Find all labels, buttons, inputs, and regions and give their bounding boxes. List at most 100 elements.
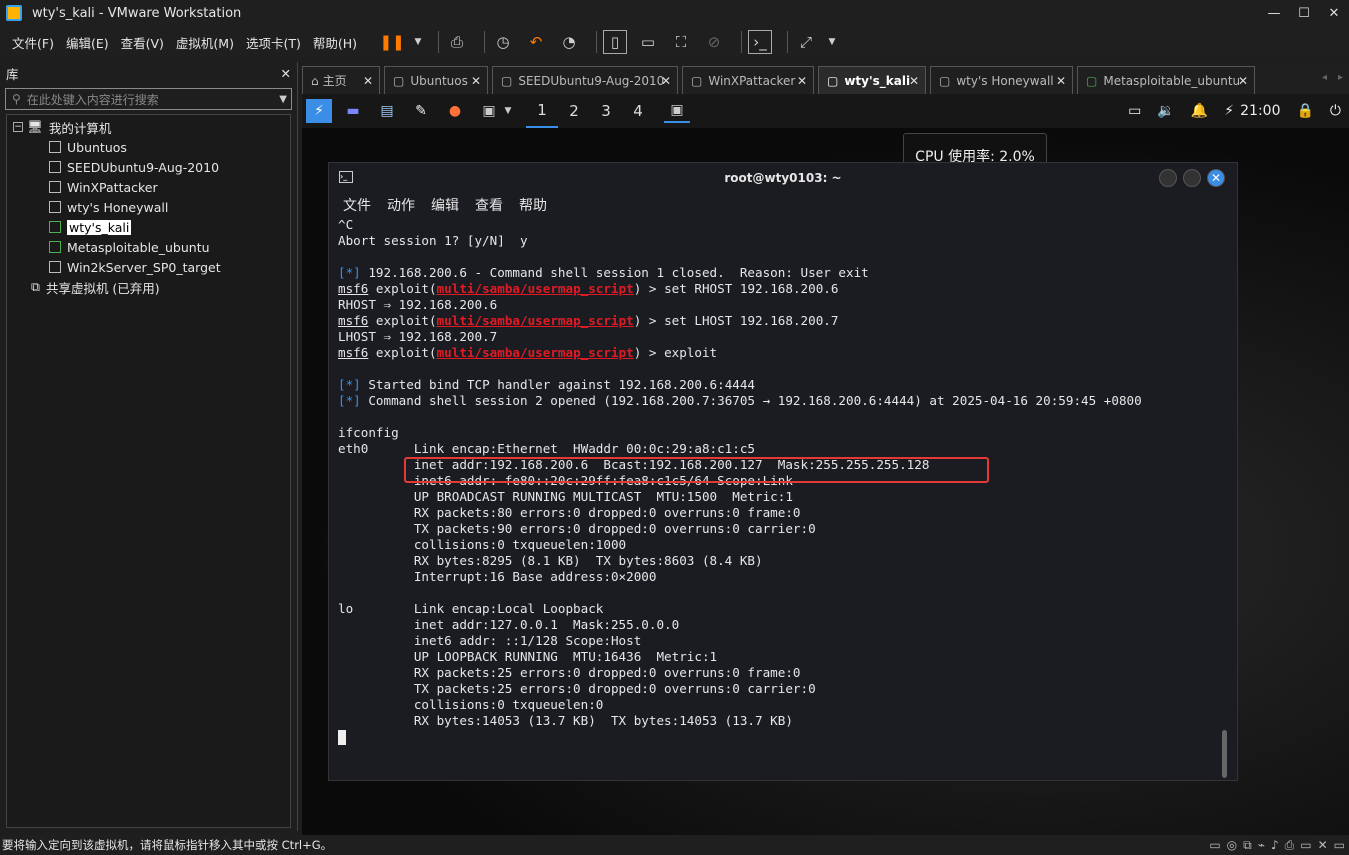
vm-icon [49, 201, 61, 213]
menu-help[interactable]: 帮助(H) [313, 33, 357, 52]
terminal-menu-help[interactable]: 帮助 [519, 195, 547, 215]
close-tab-icon[interactable]: ✕ [471, 74, 481, 88]
vm-item[interactable]: Win2kServer_SP0_target [7, 257, 290, 277]
vm-item-selected[interactable]: wty's_kali [7, 217, 290, 237]
kali-top-panel: ⚡ ▬ ▤ ✎ ● ▣ ▼ 1 2 3 4 ▣ ▭ 🔉 🔔 ⚡ 21:00 🔒 … [302, 94, 1349, 128]
hdd-icon[interactable]: ▭ [1209, 838, 1220, 852]
terminal-line: msf6 exploit(multi/samba/usermap_script)… [338, 345, 1237, 361]
pause-icon[interactable]: ❚❚ [379, 30, 404, 54]
printer-icon[interactable]: ⎙ [1285, 838, 1295, 853]
terminal-window-button-icon[interactable]: ▣ [664, 99, 690, 123]
kali-menu-icon[interactable]: ⚡ [306, 99, 332, 123]
terminal-menu-view[interactable]: 查看 [475, 195, 503, 215]
search-dropdown-icon[interactable]: ▼ [279, 94, 287, 105]
terminal-line: RX bytes:8295 (8.1 KB) TX bytes:8603 (8.… [338, 553, 1237, 569]
power-manager-icon[interactable]: ⚡ [1224, 103, 1234, 119]
terminal-maximize-button[interactable] [1183, 169, 1201, 187]
menu-file[interactable]: 文件(F) [12, 33, 54, 52]
tab-vm-active[interactable]: ▢ wty's_kali ✕ [818, 66, 926, 94]
tab-home[interactable]: ⌂ 主页 ✕ [302, 66, 380, 94]
terminal-minimize-button[interactable] [1159, 169, 1177, 187]
file-manager-icon[interactable]: ▤ [374, 99, 400, 123]
workspace-1[interactable]: 1 [526, 94, 558, 128]
vm-display-icon[interactable]: ▭ [1334, 838, 1345, 852]
close-tab-icon[interactable]: ✕ [1238, 74, 1248, 88]
logout-icon[interactable]: ⏻ [1330, 103, 1341, 119]
close-window-button[interactable]: ✕ [1319, 0, 1349, 26]
library-close-button[interactable]: ✕ [281, 66, 291, 81]
network-adapter-icon[interactable]: ⧉ [1243, 838, 1252, 853]
close-tab-icon[interactable]: ✕ [661, 74, 671, 88]
show-desktop-icon[interactable]: ▬ [340, 99, 366, 123]
collapse-icon[interactable]: − [13, 122, 23, 132]
library-panel: 库 ✕ ⚲ 在此处键入内容进行搜索 ▼ − 🖥 我的计算机 Ubuntuos S… [0, 62, 298, 831]
usb-icon[interactable]: ⌁ [1258, 838, 1265, 852]
vm-item[interactable]: Metasploitable_ubuntu [7, 237, 290, 257]
terminal-menu-action[interactable]: 动作 [387, 195, 415, 215]
vm-icon [49, 161, 61, 173]
workspace-3[interactable]: 3 [590, 94, 622, 128]
cdrom-icon[interactable]: ◎ [1227, 838, 1237, 852]
close-tab-icon[interactable]: ✕ [1056, 74, 1066, 88]
show-library-icon[interactable]: ▯ [603, 30, 627, 54]
unity-icon[interactable]: ⊘ [702, 30, 726, 54]
terminal-launcher-icon[interactable]: ▣ [476, 99, 502, 123]
minimize-button[interactable]: — [1259, 0, 1289, 26]
console-view-icon[interactable]: ›_ [748, 30, 772, 54]
thumbnail-icon[interactable]: ▭ [636, 30, 660, 54]
network-icon[interactable]: ▭ [1128, 103, 1141, 119]
maximize-button[interactable]: ☐ [1289, 0, 1319, 26]
terminal-menu-file[interactable]: 文件 [343, 195, 371, 215]
tab-vm[interactable]: ▢ wty's Honeywall ✕ [930, 66, 1073, 94]
status-bar: 要将输入定向到该虚拟机，请将鼠标指针移入其中或按 Ctrl+G。 ▭ ◎ ⧉ ⌁… [0, 835, 1349, 855]
menu-view[interactable]: 查看(V) [121, 33, 164, 52]
terminal-scrollbar[interactable] [1222, 730, 1227, 778]
dropdown-icon[interactable]: ▼ [413, 30, 423, 54]
panel-clock[interactable]: 21:00 [1240, 103, 1280, 119]
display-icon[interactable]: ▭ [1300, 838, 1311, 852]
stretch-dropdown-icon[interactable]: ▼ [827, 30, 837, 54]
tab-vm[interactable]: ▢ Ubuntuos ✕ [384, 66, 488, 94]
menu-tabs[interactable]: 选项卡(T) [246, 33, 301, 52]
tab-scroll-right-icon[interactable]: ▸ [1338, 72, 1343, 83]
close-tab-icon[interactable]: ✕ [909, 74, 919, 88]
vm-tab-icon: ▢ [691, 73, 703, 88]
launcher-dropdown-icon[interactable]: ▼ [502, 99, 514, 123]
snapshot-icon[interactable]: ◷ [491, 30, 515, 54]
firefox-icon[interactable]: ● [442, 99, 468, 123]
tab-vm[interactable]: ▢ Metasploitable_ubuntu ✕ [1077, 66, 1255, 94]
volume-icon[interactable]: 🔉 [1157, 103, 1174, 119]
terminal-close-button[interactable]: ✕ [1207, 169, 1225, 187]
shared-vms-item[interactable]: ⧉ 共享虚拟机 (已弃用) [7, 277, 290, 297]
line-text: UP LOOPBACK RUNNING MTU:16436 Metric:1 [338, 649, 718, 664]
sound-icon[interactable]: ♪ [1271, 838, 1279, 852]
menu-edit[interactable]: 编辑(E) [66, 33, 109, 52]
send-ctrl-alt-del-icon[interactable]: ⎙ [445, 30, 469, 54]
vm-item[interactable]: SEEDUbuntu9-Aug-2010 [7, 157, 290, 177]
tab-vm[interactable]: ▢ SEEDUbuntu9-Aug-2010 ✕ [492, 66, 678, 94]
message-icon[interactable]: ✕ [1318, 838, 1328, 852]
vm-item[interactable]: WinXPattacker [7, 177, 290, 197]
tab-vm[interactable]: ▢ WinXPattacker ✕ [682, 66, 814, 94]
close-tab-icon[interactable]: ✕ [797, 74, 807, 88]
close-tab-icon[interactable]: ✕ [363, 74, 373, 88]
fullscreen-icon[interactable]: ⛶ [669, 30, 693, 54]
vm-item[interactable]: wty's Honeywall [7, 197, 290, 217]
tab-scroll-left-icon[interactable]: ◂ [1322, 72, 1327, 83]
notification-bell-icon[interactable]: 🔔 [1191, 103, 1208, 119]
vm-item[interactable]: Ubuntuos [7, 137, 290, 157]
text-editor-icon[interactable]: ✎ [408, 99, 434, 123]
lock-icon[interactable]: 🔒 [1296, 103, 1313, 119]
terminal-line: msf6 exploit(multi/samba/usermap_script)… [338, 313, 1237, 329]
workspace-4[interactable]: 4 [622, 94, 654, 128]
stretch-icon[interactable]: ⤢ [794, 30, 818, 54]
vm-icon [49, 261, 61, 273]
tree-root-label[interactable]: 我的计算机 [49, 118, 112, 137]
library-search-input[interactable]: ⚲ 在此处键入内容进行搜索 ▼ [5, 88, 292, 110]
revert-snapshot-icon[interactable]: ↶ [524, 30, 548, 54]
workspace-2[interactable]: 2 [558, 94, 590, 128]
snapshot-manager-icon[interactable]: ◔ [557, 30, 581, 54]
terminal-menu-edit[interactable]: 编辑 [431, 195, 459, 215]
menu-vm[interactable]: 虚拟机(M) [176, 33, 234, 52]
